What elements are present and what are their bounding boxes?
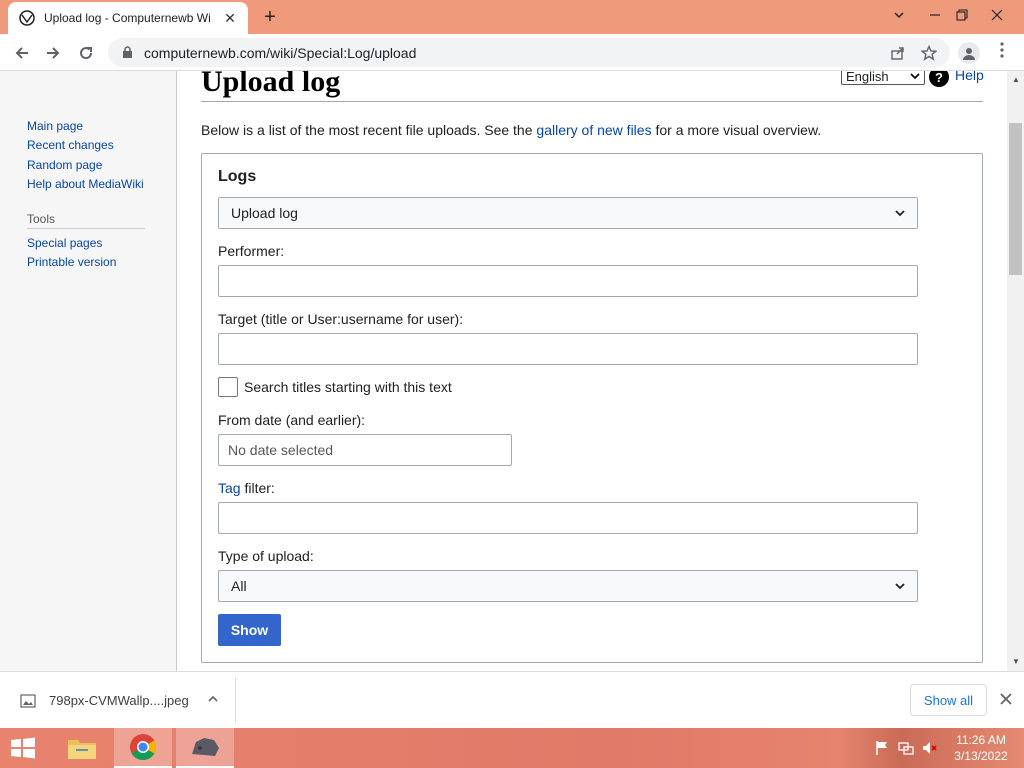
target-input[interactable] (218, 333, 918, 365)
page-scrollbar[interactable]: ▲ ▼ (1007, 71, 1024, 671)
file-explorer-taskbar-icon[interactable] (53, 728, 111, 768)
upload-type-label: Type of upload: (218, 548, 314, 564)
intro-text: Below is a list of the most recent file … (201, 122, 821, 138)
sidebar-item-help[interactable]: Help about MediaWiki (27, 177, 144, 191)
sidebar: Main page Recent changes Random page Hel… (0, 71, 177, 671)
chevron-down-icon (910, 73, 920, 80)
chevron-down-icon (895, 583, 905, 590)
sidebar-item-special-pages[interactable]: Special pages (27, 236, 102, 250)
scrollbar-thumb[interactable] (1009, 123, 1022, 275)
language-select[interactable]: English (841, 71, 925, 85)
sidebar-divider (27, 228, 145, 229)
intro-text-end: for a more visual overview. (651, 122, 822, 138)
sidebar-item-random-page[interactable]: Random page (27, 158, 102, 172)
lock-icon[interactable] (120, 46, 134, 60)
profile-avatar-icon[interactable] (958, 42, 980, 64)
windows-start-icon[interactable] (8, 736, 38, 760)
upload-type-value: All (231, 578, 247, 594)
language-select-value: English (846, 71, 889, 84)
help-icon[interactable]: ? (929, 71, 949, 87)
volume-muted-icon[interactable] (922, 740, 938, 756)
bookmark-star-icon[interactable] (920, 44, 938, 62)
help-link[interactable]: Help (955, 71, 984, 83)
tag-filter-label: Tag filter: (218, 480, 275, 496)
sidebar-item-printable-version[interactable]: Printable version (27, 255, 116, 269)
chevron-down-icon (895, 210, 905, 217)
tab-title: Upload log - Computernewb Wi (44, 11, 211, 25)
share-icon[interactable] (889, 44, 907, 62)
sidebar-tools-heading: Tools (27, 212, 56, 226)
app-taskbar-icon[interactable] (176, 728, 234, 768)
system-clock[interactable]: 11:26 AM 3/13/2022 (948, 732, 1014, 764)
close-icon[interactable] (998, 691, 1014, 707)
from-date-placeholder: No date selected (228, 442, 334, 458)
chrome-taskbar-icon[interactable] (114, 728, 172, 768)
scroll-down-arrow-icon[interactable]: ▼ (1012, 657, 1020, 666)
browser-toolbar: computernewb.com/wiki/Special:Log/upload (0, 34, 1024, 71)
fieldset-legend: Logs (218, 168, 257, 185)
browser-menu-icon[interactable] (994, 42, 1010, 64)
title-divider (201, 101, 983, 102)
wiki-favicon-icon (18, 9, 36, 27)
flag-icon[interactable] (874, 740, 890, 756)
tag-filter-input[interactable] (218, 502, 918, 534)
prefix-search-checkbox[interactable] (218, 377, 238, 397)
close-window-icon[interactable] (980, 0, 1014, 30)
prefix-search-label[interactable]: Search titles starting with this text (244, 379, 452, 395)
tab-close-icon[interactable]: ✕ (222, 10, 238, 27)
log-type-value: Upload log (231, 205, 298, 221)
log-type-dropdown[interactable]: Upload log (218, 197, 918, 229)
clock-time: 11:26 AM (956, 733, 1006, 747)
tag-filter-label-text: filter: (240, 480, 275, 496)
download-shelf: 798px-CVMWallp....jpeg Show all (0, 671, 1024, 728)
page-title: Upload log (201, 71, 341, 98)
restore-icon[interactable] (945, 0, 979, 30)
new-tab-button[interactable]: + (258, 6, 282, 28)
chevron-up-icon[interactable] (206, 692, 220, 706)
target-label: Target (title or User:username for user)… (218, 311, 464, 327)
from-date-input[interactable]: No date selected (218, 434, 512, 466)
forward-arrow-icon[interactable] (40, 40, 66, 66)
image-file-icon (20, 693, 36, 708)
reload-icon[interactable] (73, 40, 99, 66)
sidebar-item-main-page[interactable]: Main page (27, 119, 83, 133)
gallery-link[interactable]: gallery of new files (536, 122, 651, 138)
network-icon[interactable] (898, 740, 914, 756)
back-arrow-icon[interactable] (9, 40, 35, 66)
show-button[interactable]: Show (218, 614, 281, 646)
intro-text-start: Below is a list of the most recent file … (201, 122, 537, 138)
browser-tab[interactable]: Upload log - Computernewb Wi ✕ (8, 2, 248, 34)
upload-type-dropdown[interactable]: All (218, 570, 918, 602)
clock-date: 3/13/2022 (954, 749, 1008, 763)
performer-input[interactable] (218, 265, 918, 297)
download-file-name: 798px-CVMWallp....jpeg (49, 693, 189, 708)
sidebar-item-recent-changes[interactable]: Recent changes (27, 138, 114, 152)
tag-link[interactable]: Tag (218, 480, 241, 496)
download-item[interactable]: 798px-CVMWallp....jpeg (0, 678, 236, 723)
from-date-label: From date (and earlier): (218, 412, 366, 428)
url-text: computernewb.com/wiki/Special:Log/upload (144, 44, 417, 61)
show-all-downloads-button[interactable]: Show all (910, 684, 987, 716)
performer-label: Performer: (218, 243, 285, 259)
scroll-up-arrow-icon[interactable]: ▲ (1012, 75, 1020, 84)
page-viewport: Main page Recent changes Random page Hel… (0, 71, 1024, 671)
logs-fieldset: Logs Upload log Performer: Target (title… (201, 153, 983, 663)
browser-tab-strip: Upload log - Computernewb Wi ✕ + (0, 0, 1024, 34)
taskbar: 11:26 AM 3/13/2022 (0, 728, 1024, 768)
tab-search-icon[interactable] (882, 0, 916, 30)
address-bar[interactable]: computernewb.com/wiki/Special:Log/upload (108, 38, 950, 67)
